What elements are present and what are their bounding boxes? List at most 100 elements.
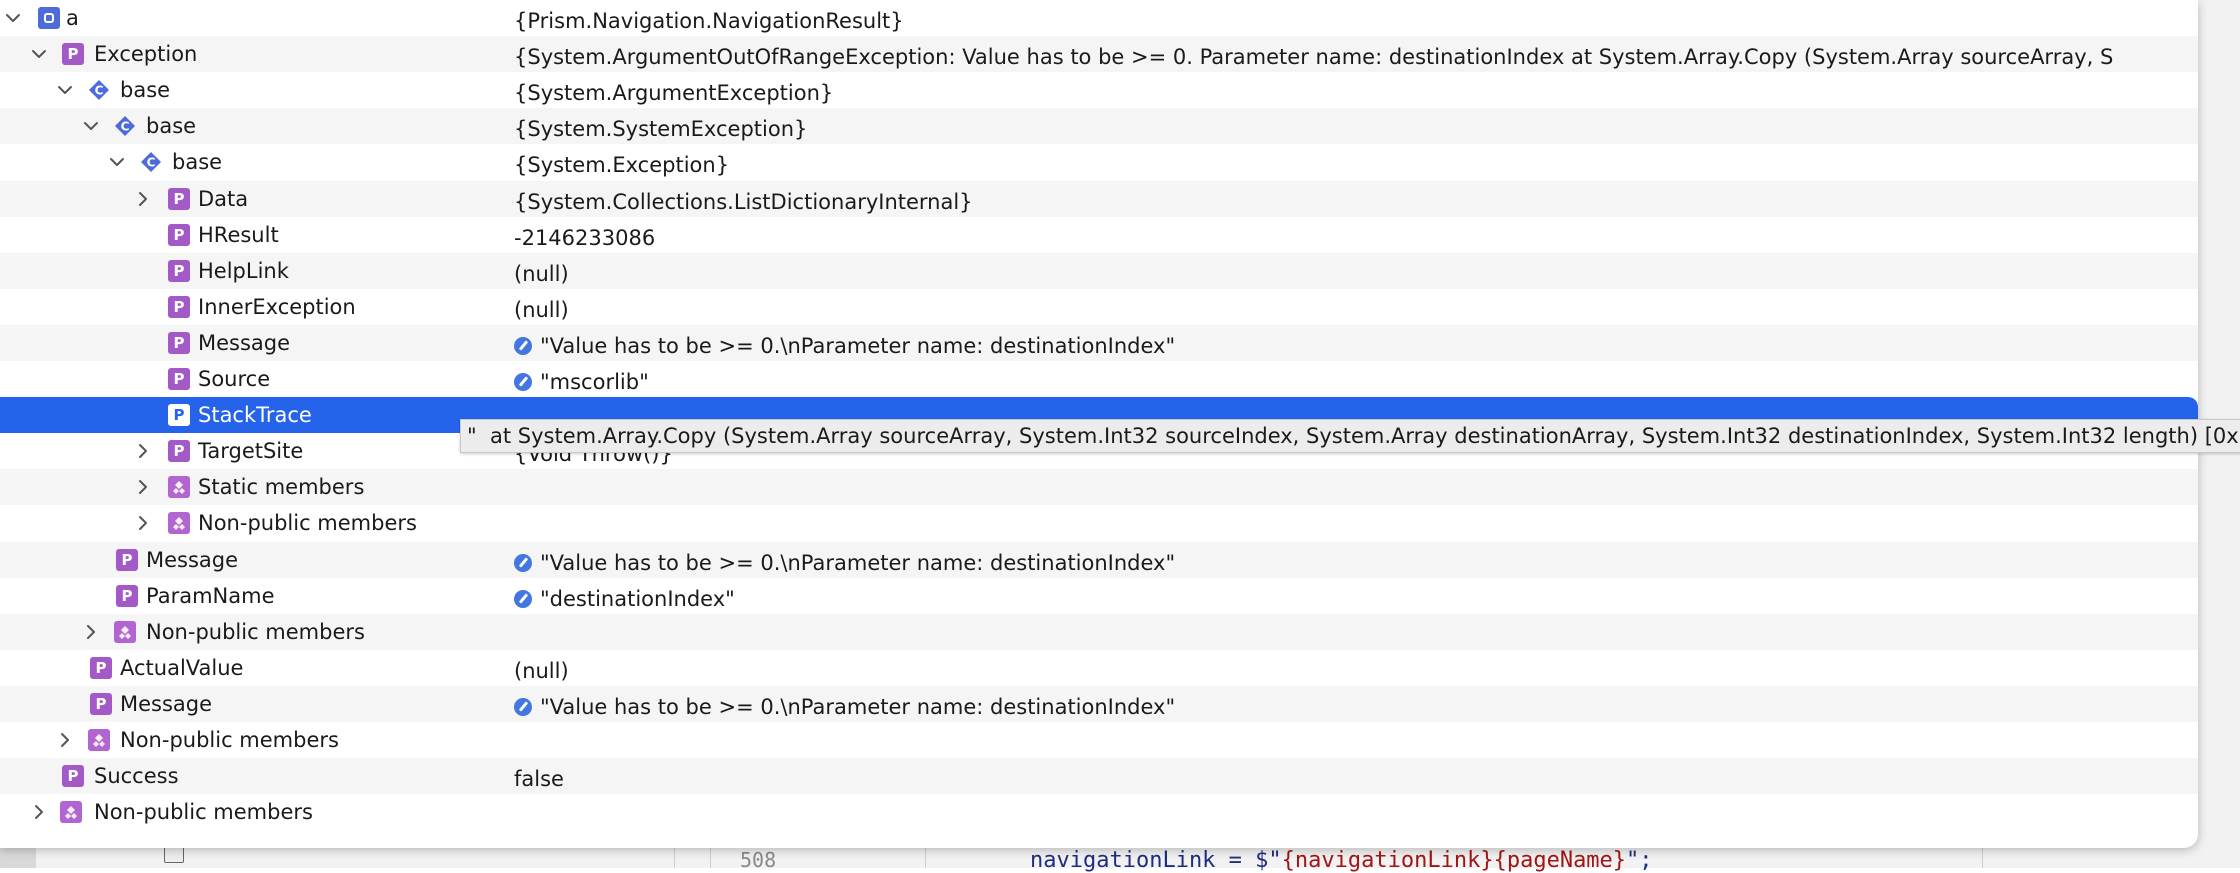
variable-value[interactable]: "destinationIndex" [514, 581, 2114, 617]
variable-name: ActualValue [120, 655, 244, 680]
property-icon: P [90, 692, 112, 715]
chevron-right-icon[interactable] [134, 514, 152, 532]
edit-pencil-icon[interactable] [514, 336, 532, 355]
variable-value-text: {System.SystemException} [514, 117, 808, 142]
variable-value-text: {System.ArgumentOutOfRangeException: Val… [514, 45, 2114, 70]
variable-value[interactable]: false [514, 761, 2114, 797]
variable-value-text: "Value has to be >= 0.\nParameter name: … [540, 333, 1176, 358]
tree-row[interactable]: P Source "mscorlib" [0, 361, 2198, 397]
tree-row[interactable]: P InnerException (null) [0, 289, 2198, 325]
variable-name: Non-public members [120, 728, 339, 752]
tree-row[interactable]: P ParamName "destinationIndex" [0, 578, 2198, 614]
variable-name: InnerException [198, 294, 356, 319]
variable-value-text: "Value has to be >= 0.\nParameter name: … [540, 694, 1176, 719]
variable-name: Data [198, 186, 249, 211]
property-icon: P [168, 187, 190, 210]
property-icon: P [90, 656, 112, 679]
property-icon: P [168, 440, 190, 463]
variable-name: Message [146, 547, 239, 572]
variable-value[interactable]: {System.Exception} [514, 147, 2114, 183]
edit-pencil-icon[interactable] [514, 373, 532, 391]
svg-text:C: C [95, 84, 104, 98]
variable-value[interactable]: {System.ArgumentException} [514, 75, 2114, 111]
chevron-right-icon[interactable] [30, 803, 48, 821]
variable-name: base [146, 114, 197, 139]
variable-value[interactable]: {Prism.Navigation.NavigationResult} [514, 3, 2114, 39]
tree-row[interactable]: P ActualValue (null) [0, 650, 2198, 686]
tree-row[interactable]: P HResult -2146233086 [0, 217, 2198, 253]
tree-row[interactable]: Non-public members [0, 794, 2198, 830]
property-icon: P [168, 295, 190, 318]
tree-row[interactable]: P Success false [0, 758, 2198, 797]
variable-value-text: {System.Collections.ListDictionaryIntern… [514, 189, 973, 214]
variable-name: Non-public members [198, 511, 417, 536]
chevron-right-icon[interactable] [134, 478, 152, 496]
variable-name: Success [94, 764, 179, 789]
variable-value-text: "mscorlib" [540, 370, 649, 394]
variable-name: ParamName [146, 583, 275, 608]
variable-value-text: {System.Exception} [514, 153, 730, 178]
tree-row[interactable]: Non-public members [0, 505, 2198, 541]
property-icon: P [168, 223, 190, 246]
variable-value[interactable]: "Value has to be >= 0.\nParameter name: … [514, 689, 2114, 725]
code-prefix: navigationLink = $" [1030, 848, 1282, 873]
group-icon [88, 729, 110, 751]
tree-row[interactable]: Static members [0, 469, 2198, 506]
tree-row[interactable]: Non-public members [0, 722, 2198, 758]
editor-code-line[interactable]: navigationLink = $"{navigationLink}{page… [1030, 848, 1653, 873]
variable-value-text: false [514, 767, 564, 792]
variable-name: StackTrace [198, 403, 312, 428]
tree-row[interactable]: P Message "Value has to be >= 0.\nParamete… [0, 541, 2198, 581]
variable-name: Non-public members [94, 800, 313, 825]
variable-value-text: {System.ArgumentException} [514, 81, 834, 106]
tree-row[interactable]: P Message "Value has to be >= 0.\nParamete… [0, 685, 2198, 725]
variable-value[interactable]: (null) [514, 292, 2114, 328]
tree-row[interactable]: Cbase {System.ArgumentException} [0, 72, 2198, 108]
property-icon: P [62, 765, 84, 788]
variable-value-text: "destinationIndex" [540, 586, 735, 611]
tree-row[interactable]: P Data {System.Collections.ListDictionaryI… [0, 180, 2198, 220]
variable-value[interactable]: (null) [514, 653, 2114, 689]
chevron-down-icon[interactable] [82, 117, 100, 135]
editor-line-number: 508 [740, 848, 777, 872]
class-icon: C [88, 79, 110, 101]
edit-pencil-icon[interactable] [514, 553, 532, 572]
variable-value[interactable]: {System.ArgumentOutOfRangeException: Val… [514, 39, 2114, 75]
chevron-right-icon[interactable] [82, 623, 100, 641]
tree-row[interactable]: P Exception {System.ArgumentOutOfRangeExce… [0, 36, 2198, 75]
property-icon: P [168, 404, 190, 427]
object-icon [38, 7, 60, 29]
variable-name: base [172, 150, 223, 175]
edit-pencil-icon[interactable] [514, 697, 532, 716]
chevron-down-icon[interactable] [56, 81, 74, 99]
tree-row[interactable]: Non-public members [0, 613, 2198, 650]
variable-value[interactable]: "Value has to be >= 0.\nParameter name: … [514, 328, 2114, 364]
chevron-right-icon[interactable] [134, 442, 152, 460]
code-suffix: "; [1626, 848, 1653, 873]
chevron-right-icon[interactable] [134, 190, 152, 208]
chevron-down-icon[interactable] [108, 153, 126, 171]
variable-name: HelpLink [198, 258, 289, 283]
tree-row[interactable]: P HelpLink (null) [0, 252, 2198, 292]
chevron-down-icon[interactable] [4, 9, 22, 27]
variable-name: a [66, 6, 79, 30]
variable-value[interactable]: -2146233086 [514, 220, 2114, 256]
tree-row[interactable]: Cbase {System.SystemException} [0, 108, 2198, 147]
group-icon [60, 801, 82, 824]
variable-value[interactable]: "mscorlib" [514, 364, 2114, 400]
class-icon: C [114, 115, 136, 137]
tree-row[interactable]: a {Prism.Navigation.NavigationResult} [0, 0, 2198, 36]
property-icon: P [62, 43, 84, 66]
tree-row[interactable]: P Message "Value has to be >= 0.\nParamete… [0, 324, 2198, 364]
variable-value[interactable]: {System.Collections.ListDictionaryIntern… [514, 184, 2114, 220]
edit-pencil-icon[interactable] [514, 589, 532, 608]
variable-value-text: (null) [514, 297, 569, 322]
variable-name: Non-public members [146, 619, 365, 644]
variable-value[interactable]: "Value has to be >= 0.\nParameter name: … [514, 545, 2114, 581]
variable-value[interactable]: {System.SystemException} [514, 111, 2114, 147]
variable-name: Source [198, 367, 271, 391]
variable-value[interactable]: (null) [514, 256, 2114, 292]
chevron-right-icon[interactable] [56, 731, 74, 749]
chevron-down-icon[interactable] [30, 45, 48, 63]
tree-row[interactable]: Cbase {System.Exception} [0, 144, 2198, 180]
